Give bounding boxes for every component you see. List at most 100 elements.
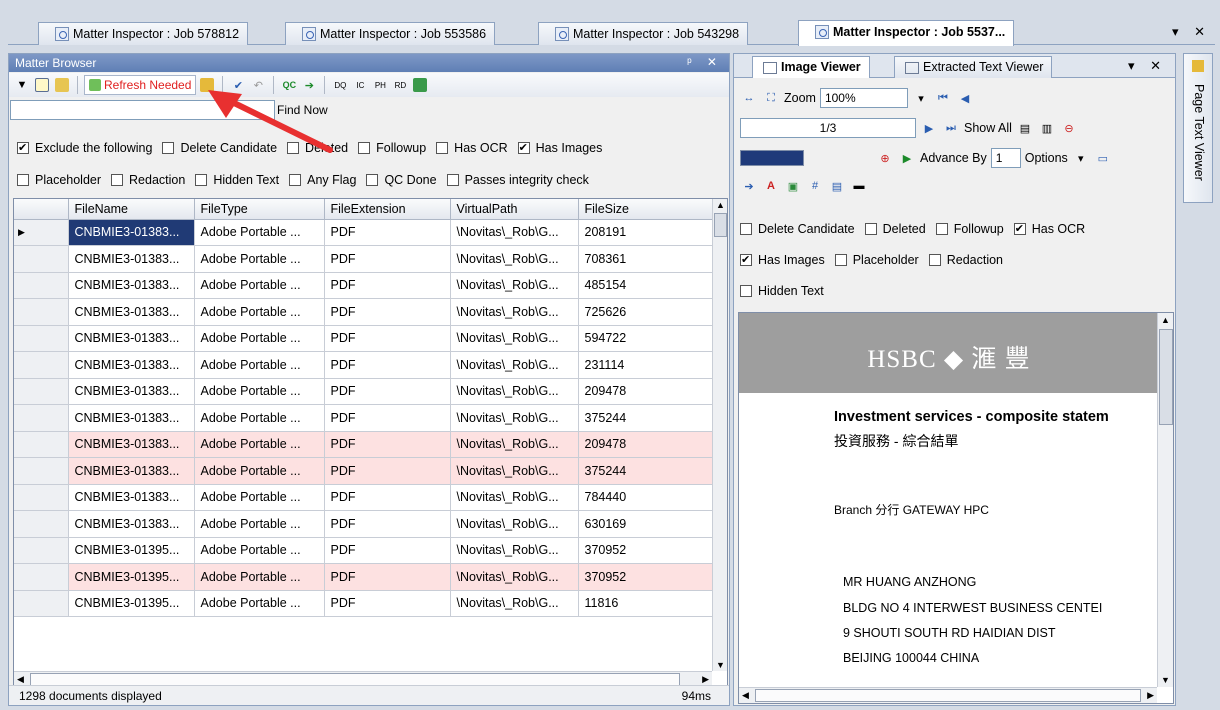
- tab-image-viewer[interactable]: Image Viewer: [752, 56, 870, 78]
- placeholder-checkbox[interactable]: Placeholder: [17, 173, 101, 187]
- options-menu[interactable]: Options: [1025, 151, 1068, 165]
- table-row[interactable]: CNBMIE3-01395... Adobe Portable ... PDF \No…: [14, 537, 715, 564]
- tab-job-553586[interactable]: Matter Inspector : Job 553586: [285, 22, 496, 45]
- table-row[interactable]: CNBMIE3-01383... Adobe Portable ... PDF \No…: [14, 484, 715, 511]
- table-cell[interactable]: 11816: [578, 590, 715, 617]
- row-header[interactable]: [14, 245, 69, 273]
- column-header[interactable]: FileSize: [578, 199, 715, 220]
- any-flag-checkbox[interactable]: Any Flag: [289, 173, 356, 187]
- report-rd-icon[interactable]: RD: [391, 76, 409, 94]
- advance-by-input[interactable]: 1: [990, 148, 1021, 168]
- table-cell[interactable]: Adobe Portable ...: [194, 510, 325, 538]
- scroll-thumb[interactable]: [1159, 329, 1173, 425]
- column-header[interactable]: VirtualPath: [450, 199, 579, 220]
- table-row[interactable]: CNBMIE3-01383... Adobe Portable ... PDF \No…: [14, 351, 715, 379]
- qc-icon[interactable]: QC: [280, 76, 298, 94]
- table-cell[interactable]: PDF: [324, 537, 451, 564]
- row-header[interactable]: [14, 537, 69, 564]
- table-cell[interactable]: 485154: [578, 272, 715, 299]
- redaction-checkbox[interactable]: Redaction: [111, 173, 185, 187]
- table-row[interactable]: CNBMIE3-01383... Adobe Portable ... PDF \No…: [14, 457, 715, 485]
- row-header[interactable]: [14, 298, 69, 326]
- table-cell[interactable]: 231114: [578, 351, 715, 379]
- panel-icon[interactable]: ▭: [1094, 149, 1112, 167]
- page-layout-2-icon[interactable]: ▥: [1038, 119, 1056, 137]
- scroll-left-icon[interactable]: ◀: [17, 674, 24, 685]
- pin-close-controls[interactable]: ᵖ ✕: [687, 55, 723, 69]
- table-cell[interactable]: CNBMIE3-01383...: [68, 510, 195, 538]
- hidden-text-checkbox[interactable]: Hidden Text: [195, 173, 279, 187]
- find-now-button[interactable]: Find Now: [277, 103, 328, 117]
- delete-candidate-checkbox[interactable]: Delete Candidate: [162, 141, 277, 155]
- hidden-text-checkbox[interactable]: Hidden Text: [740, 284, 824, 298]
- table-cell[interactable]: Adobe Portable ...: [194, 298, 325, 326]
- deleted-checkbox[interactable]: Deleted: [287, 141, 348, 155]
- table-row[interactable]: ▶ CNBMIE3-01383... Adobe Portable ... PDF \N…: [14, 219, 715, 246]
- table-cell[interactable]: \Novitas\_Rob\G...: [450, 272, 579, 299]
- table-row[interactable]: CNBMIE3-01395... Adobe Portable ... PDF \No…: [14, 590, 715, 617]
- fit-width-icon[interactable]: ↔: [740, 89, 758, 107]
- play-icon[interactable]: ▶: [898, 149, 916, 167]
- table-cell[interactable]: \Novitas\_Rob\G...: [450, 510, 579, 538]
- folder-icon[interactable]: [53, 76, 71, 94]
- table-cell[interactable]: \Novitas\_Rob\G...: [450, 590, 579, 617]
- add-icon[interactable]: ⊕: [876, 149, 894, 167]
- row-header[interactable]: [14, 484, 69, 511]
- table-cell[interactable]: Adobe Portable ...: [194, 325, 325, 352]
- scroll-down-icon[interactable]: ▼: [716, 660, 725, 670]
- row-header[interactable]: [14, 272, 69, 299]
- show-all-button[interactable]: Show All: [964, 121, 1012, 135]
- check-icon[interactable]: ✔: [229, 76, 247, 94]
- table-cell[interactable]: \Novitas\_Rob\G...: [450, 378, 579, 405]
- table-cell[interactable]: PDF: [324, 378, 451, 405]
- table-cell[interactable]: Adobe Portable ...: [194, 563, 325, 591]
- table-cell[interactable]: PDF: [324, 590, 451, 617]
- table-row[interactable]: CNBMIE3-01383... Adobe Portable ... PDF \No…: [14, 272, 715, 299]
- report-dq-icon[interactable]: DQ: [331, 76, 349, 94]
- table-cell[interactable]: Adobe Portable ...: [194, 272, 325, 299]
- table-cell[interactable]: PDF: [324, 298, 451, 326]
- row-header[interactable]: [14, 351, 69, 379]
- table-cell[interactable]: PDF: [324, 431, 451, 458]
- first-page-icon[interactable]: ⏮: [934, 89, 952, 107]
- image-horizontal-scrollbar[interactable]: ◀ ▶: [739, 687, 1157, 703]
- table-cell[interactable]: CNBMIE3-01383...: [68, 351, 195, 379]
- table-cell[interactable]: PDF: [324, 219, 451, 246]
- textbox-icon[interactable]: ▤: [828, 177, 846, 195]
- row-header[interactable]: [14, 590, 69, 617]
- table-cell[interactable]: Adobe Portable ...: [194, 351, 325, 379]
- row-header[interactable]: [14, 431, 69, 458]
- column-header[interactable]: FileExtension: [324, 199, 451, 220]
- qc-done-checkbox[interactable]: QC Done: [366, 173, 437, 187]
- table-cell[interactable]: \Novitas\_Rob\G...: [450, 245, 579, 273]
- report-ph-icon[interactable]: PH: [371, 76, 389, 94]
- table-cell[interactable]: PDF: [324, 325, 451, 352]
- stop-icon[interactable]: ⊖: [1060, 119, 1078, 137]
- table-cell[interactable]: CNBMIE3-01383...: [68, 457, 195, 485]
- table-cell[interactable]: CNBMIE3-01395...: [68, 537, 195, 564]
- table-cell[interactable]: 594722: [578, 325, 715, 352]
- chevron-down-icon[interactable]: ▾: [1072, 149, 1090, 167]
- table-cell[interactable]: 784440: [578, 484, 715, 511]
- table-cell[interactable]: CNBMIE3-01383...: [68, 378, 195, 405]
- scroll-up-icon[interactable]: ▲: [716, 200, 725, 210]
- table-cell[interactable]: \Novitas\_Rob\G...: [450, 404, 579, 432]
- table-cell[interactable]: PDF: [324, 272, 451, 299]
- table-cell[interactable]: 708361: [578, 245, 715, 273]
- image-icon[interactable]: ▣: [784, 177, 802, 195]
- table-cell[interactable]: \Novitas\_Rob\G...: [450, 431, 579, 458]
- table-cell[interactable]: \Novitas\_Rob\G...: [450, 298, 579, 326]
- table-cell[interactable]: Adobe Portable ...: [194, 245, 325, 273]
- table-cell[interactable]: 630169: [578, 510, 715, 538]
- table-cell[interactable]: 725626: [578, 298, 715, 326]
- scroll-thumb[interactable]: [755, 689, 1141, 702]
- table-row[interactable]: CNBMIE3-01383... Adobe Portable ... PDF \No…: [14, 378, 715, 405]
- scroll-right-icon[interactable]: ▶: [1147, 690, 1154, 701]
- viewer-controls[interactable]: ▾ ✕: [1128, 58, 1167, 74]
- row-header[interactable]: [14, 404, 69, 432]
- report-ic-icon[interactable]: IC: [351, 76, 369, 94]
- table-row[interactable]: CNBMIE3-01383... Adobe Portable ... PDF \No…: [14, 245, 715, 273]
- page-text-viewer-side-tab[interactable]: Page Text Viewer: [1183, 53, 1213, 203]
- table-cell[interactable]: 375244: [578, 404, 715, 432]
- table-cell[interactable]: CNBMIE3-01383...: [68, 272, 195, 299]
